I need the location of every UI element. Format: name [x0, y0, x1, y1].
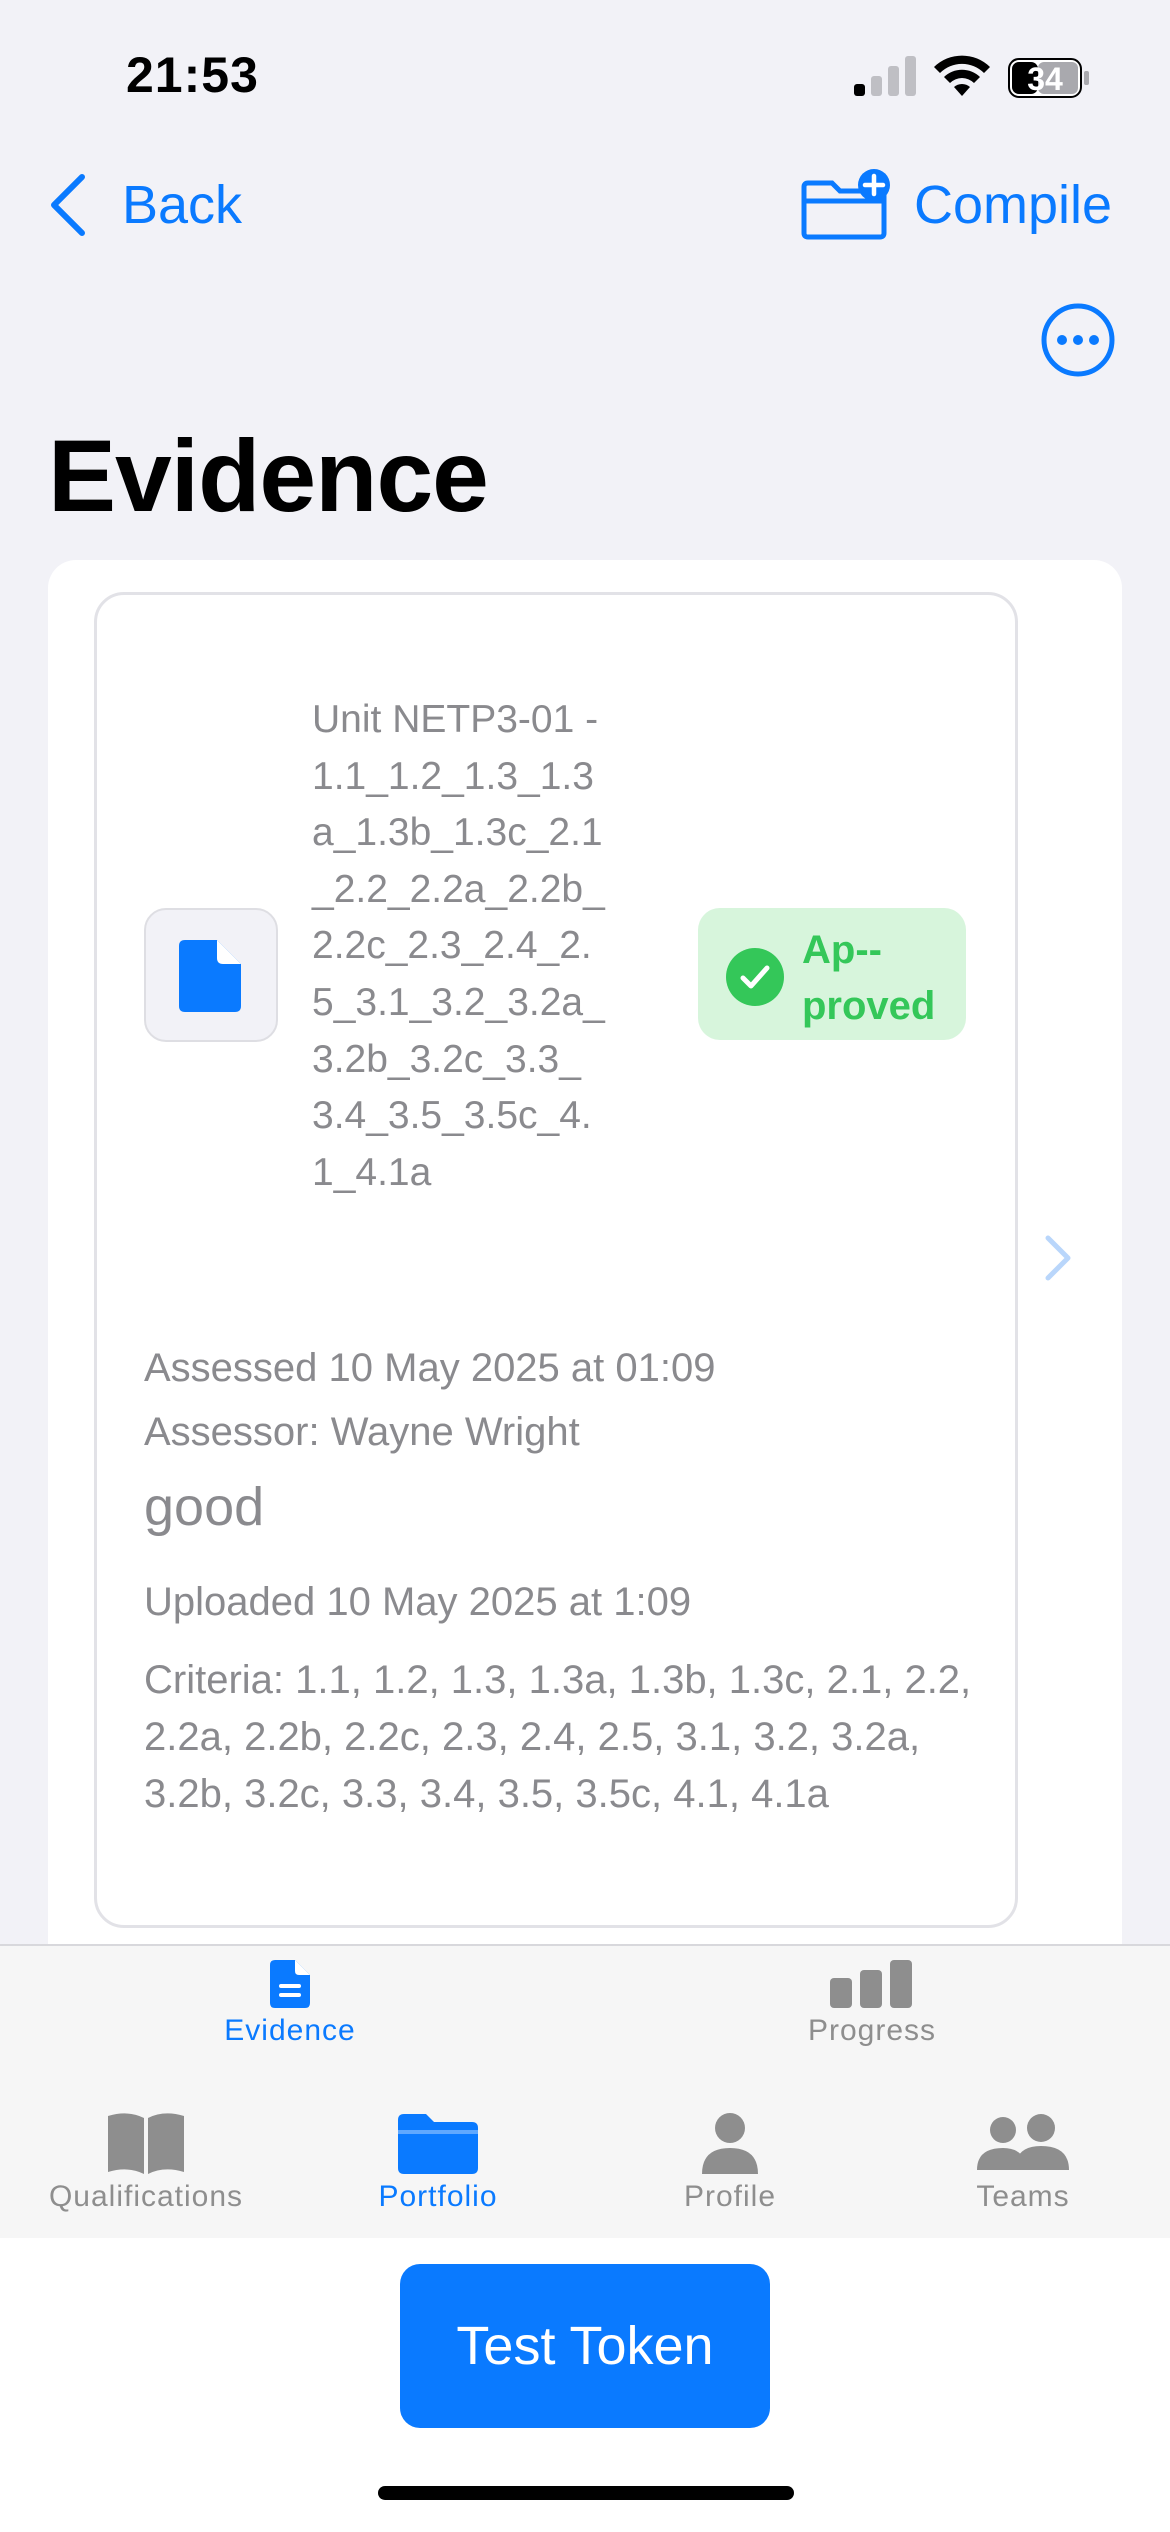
checkmark-circle-icon — [726, 948, 784, 1006]
assessor-name: Assessor: Wayne Wright — [144, 1410, 580, 1454]
document-icon — [179, 940, 241, 1012]
back-label: Back — [122, 175, 243, 235]
tab-qualifications[interactable]: Qualifications — [21, 2112, 271, 2214]
tab-progress-label: Progress — [807, 2014, 937, 2047]
tab-evidence-label: Evidence — [224, 2014, 356, 2047]
folder-icon — [398, 2114, 478, 2174]
compile-label: Compile — [914, 175, 1113, 235]
tab-evidence[interactable]: Evidence — [170, 1960, 410, 2048]
evidence-unit-name: Unit NETP3-01 - 1.1_1.2_1.3_1.3a_1.3b_1.… — [312, 698, 605, 1194]
bar-chart-icon — [830, 1960, 912, 2008]
tab-progress[interactable]: Progress — [752, 1960, 992, 2048]
tab-teams[interactable]: Teams — [898, 2112, 1148, 2214]
back-button[interactable]: Back — [48, 170, 242, 240]
assessor-comment: good — [144, 1477, 265, 1537]
document-text-icon — [270, 1960, 310, 2008]
chevron-right-icon[interactable] — [1044, 1234, 1072, 1282]
wifi-icon — [934, 55, 990, 96]
assessed-date: Assessed 10 May 2025 at 01:09 — [144, 1346, 716, 1390]
cellular-signal-icon — [854, 56, 916, 96]
chevron-left-icon — [51, 174, 85, 236]
sub-tab-bar: Evidence Progress — [0, 1944, 1170, 2096]
compile-button[interactable]: Compile — [800, 169, 1113, 240]
status-label: Ap-­proved — [802, 928, 936, 1028]
more-options-icon[interactable] — [1040, 302, 1116, 378]
tab-qualifications-label: Qualifications — [48, 2180, 244, 2213]
home-indicator — [378, 2486, 794, 2500]
test-token-button[interactable]: Test Token — [400, 2264, 770, 2428]
criteria-list: Criteria: 1.1, 1.2, 1.3, 1.3a, 1.3b, 1.3… — [144, 1658, 972, 1816]
battery-icon: 34 — [1008, 58, 1090, 98]
main-tab-bar: Qualifications Portfolio Profile Teams — [0, 2094, 1170, 2238]
uploaded-date: Uploaded 10 May 2025 at 1:09 — [144, 1580, 692, 1624]
tab-teams-label: Teams — [976, 2180, 1070, 2213]
status-time: 21:53 — [126, 47, 259, 103]
folder-add-icon — [801, 169, 890, 240]
tab-profile[interactable]: Profile — [605, 2112, 855, 2214]
book-icon — [108, 2113, 184, 2174]
people-icon — [977, 2114, 1069, 2170]
person-icon — [702, 2113, 758, 2174]
status-badge: Ap-­proved — [698, 908, 966, 1040]
tab-portfolio-label: Portfolio — [378, 2180, 498, 2213]
document-thumbnail — [144, 908, 278, 1042]
battery-level: 34 — [1027, 61, 1063, 97]
tab-portfolio[interactable]: Portfolio — [313, 2112, 563, 2214]
page-title: Evidence — [48, 419, 489, 533]
tab-profile-label: Profile — [683, 2180, 777, 2213]
